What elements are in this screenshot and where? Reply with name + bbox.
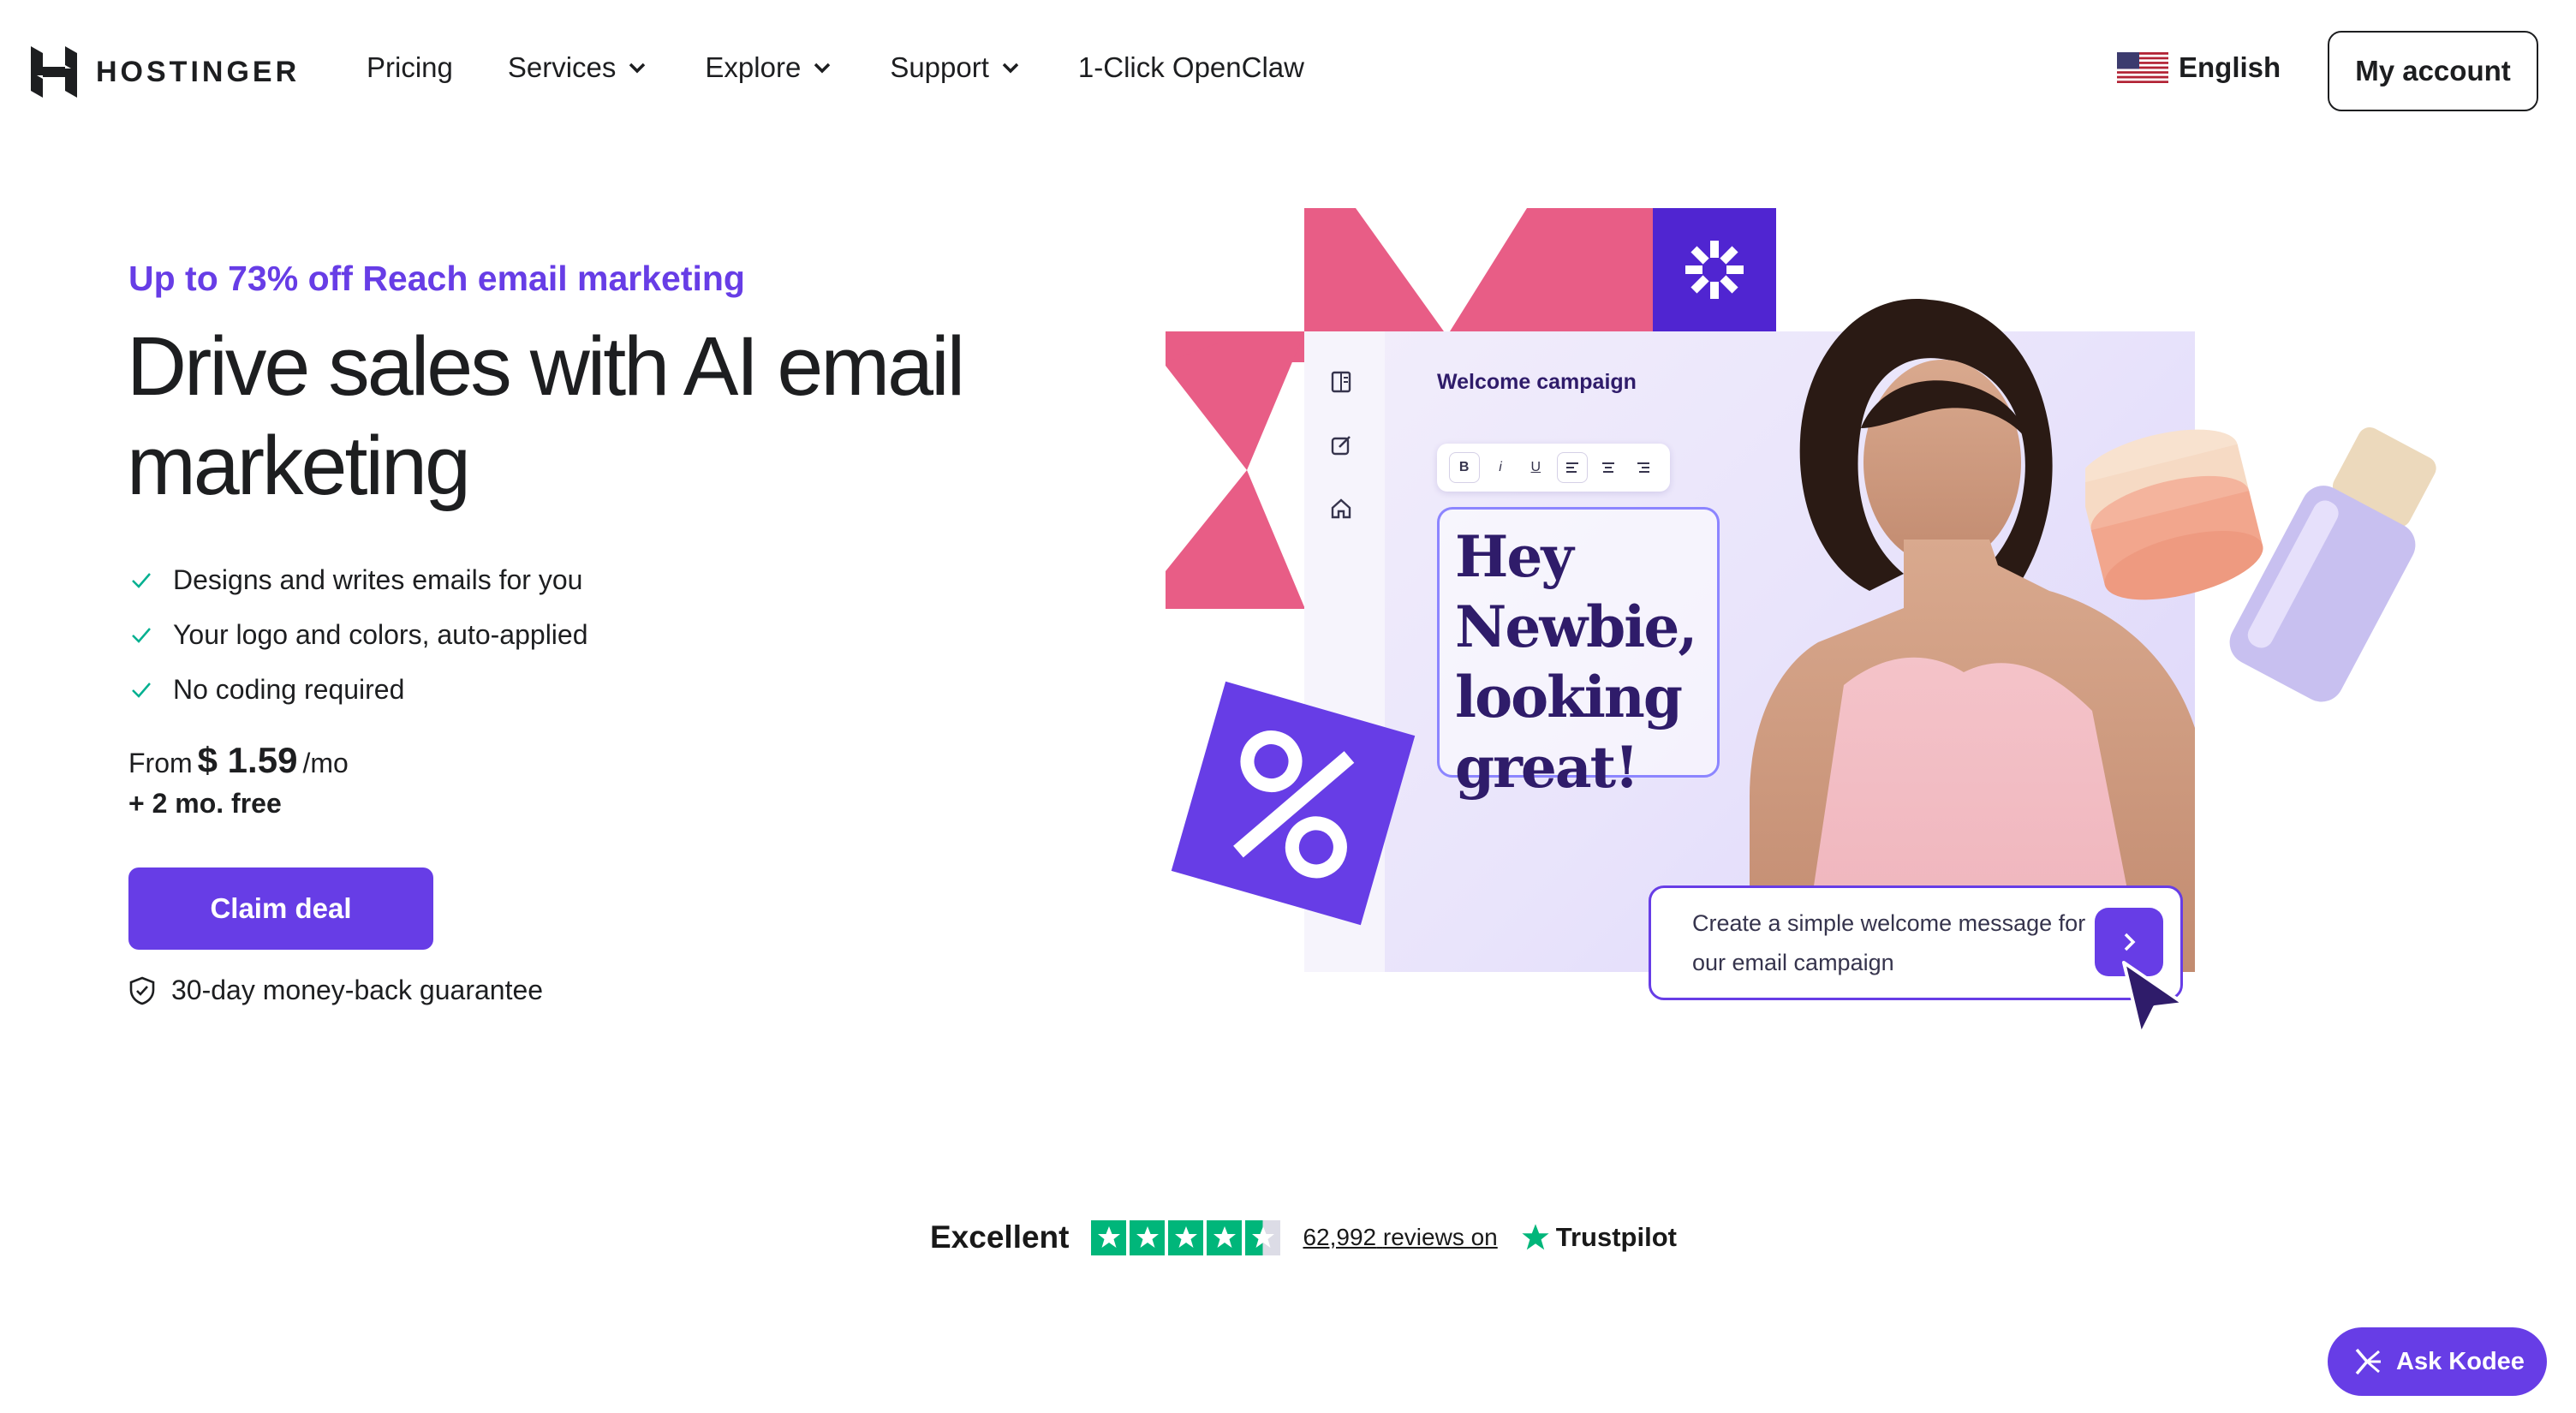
reviews-text: reviews on (1382, 1224, 1498, 1250)
price-amount: $ 1.59 (197, 740, 298, 780)
cosmetics-products (2085, 427, 2436, 702)
price-suffix: /mo (302, 748, 349, 778)
half-star-icon (1245, 1219, 1281, 1255)
nav-item-openclaw[interactable]: 1-Click OpenClaw (1078, 51, 1304, 84)
page-title: Drive sales with AI email marketing (127, 319, 965, 512)
list-item: Your logo and colors, auto-applied (128, 607, 588, 662)
nav-label: Support (890, 51, 989, 83)
percent-discount-icon (1171, 681, 1416, 926)
feature-list: Designs and writes emails for you Your l… (128, 552, 588, 717)
star-icon (1130, 1219, 1166, 1255)
check-icon (132, 683, 151, 698)
list-item: No coding required (128, 662, 588, 717)
star-icon (1091, 1219, 1127, 1255)
nav-label: Services (507, 51, 617, 83)
chevron-right-icon (2124, 933, 2136, 951)
mouse-cursor-icon (2122, 961, 2185, 1036)
claim-deal-button[interactable]: Claim deal (128, 867, 433, 950)
language-selector[interactable]: English (2117, 51, 2281, 84)
trustpilot-logo[interactable]: Trustpilot (1520, 1222, 1677, 1253)
ask-kodee-label: Ask Kodee (2396, 1347, 2525, 1375)
nav-item-explore[interactable]: Explore (705, 51, 835, 84)
language-label: English (2179, 51, 2281, 83)
check-icon (132, 628, 151, 643)
reviews-link[interactable]: 62,992 reviews on (1303, 1224, 1497, 1251)
guarantee-text: 30-day money-back guarantee (171, 975, 544, 1005)
nav-item-services[interactable]: Services (508, 51, 651, 84)
logo-wordmark: HOSTINGER (96, 55, 301, 88)
nav-label: Explore (705, 51, 802, 83)
feature-text: Designs and writes emails for you (173, 563, 583, 595)
my-account-button[interactable]: My account (2328, 31, 2538, 111)
nav-item-support[interactable]: Support (890, 51, 1023, 84)
chevron-down-icon (1002, 63, 1019, 74)
us-flag-icon (2117, 52, 2168, 83)
star-icon (1207, 1219, 1243, 1255)
nav-label: Pricing (367, 51, 453, 83)
feature-text: No coding required (173, 673, 405, 705)
text-format-toolbar: B i U (1437, 444, 1670, 492)
hero-illustration: Welcome campaign B i U Hey Newbie, looki… (1165, 206, 2466, 1062)
rating-label: Excellent (930, 1219, 1070, 1255)
shield-check-icon (129, 976, 155, 1005)
align-left-button[interactable] (1556, 452, 1588, 483)
main-nav: Pricing Services Explore Support 1-Click… (367, 51, 1359, 84)
italic-button[interactable]: i (1486, 453, 1515, 482)
hostinger-logo[interactable]: HOSTINGER (31, 46, 300, 98)
price: From $ 1.59/mo (128, 740, 349, 781)
align-right-button[interactable] (1629, 453, 1658, 482)
chevron-down-icon (629, 63, 646, 74)
list-item: Designs and writes emails for you (128, 552, 588, 607)
align-left-icon (1565, 462, 1578, 473)
bold-button[interactable]: B (1448, 452, 1480, 483)
site-header: HOSTINGER Pricing Services Explore Suppo… (0, 0, 2576, 146)
layout-icon[interactable] (1327, 368, 1355, 396)
edit-icon[interactable] (1327, 432, 1355, 459)
align-center-icon (1601, 462, 1614, 473)
home-icon[interactable] (1327, 495, 1355, 522)
feature-text: Your logo and colors, auto-applied (173, 618, 588, 650)
price-prefix: From (128, 748, 193, 778)
trustpilot-brand: Trustpilot (1555, 1222, 1677, 1252)
nav-label: 1-Click OpenClaw (1077, 51, 1304, 83)
pink-arrow-shape (1166, 331, 1305, 609)
hostinger-logo-icon (31, 46, 77, 98)
check-icon (132, 573, 151, 588)
money-back-guarantee: 30-day money-back guarantee (128, 975, 543, 1006)
underline-button[interactable]: U (1521, 453, 1550, 482)
star-icon (1168, 1219, 1204, 1255)
email-greeting: Hey Newbie, looking great! (1455, 523, 1697, 801)
star-rating (1091, 1219, 1281, 1255)
trustpilot-star-icon (1522, 1224, 1549, 1250)
email-preview-card[interactable]: Hey Newbie, looking great! (1437, 507, 1720, 801)
align-center-button[interactable] (1594, 453, 1623, 482)
pink-m-shape (1304, 208, 1664, 331)
ask-kodee-button[interactable]: Ask Kodee (2328, 1327, 2547, 1396)
sparkle-ai-icon (2355, 1348, 2382, 1375)
reviews-count: 62,992 (1303, 1224, 1377, 1250)
promo-text: Up to 73% off Reach email marketing (128, 259, 745, 298)
chevron-down-icon (814, 63, 831, 74)
trustpilot-rating: Excellent 62,992 reviews on Trustpilot (930, 1219, 1677, 1255)
campaign-title: Welcome campaign (1437, 370, 1637, 394)
free-months: + 2 mo. free (128, 788, 282, 819)
nav-item-pricing[interactable]: Pricing (367, 51, 453, 84)
align-right-icon (1637, 462, 1650, 473)
